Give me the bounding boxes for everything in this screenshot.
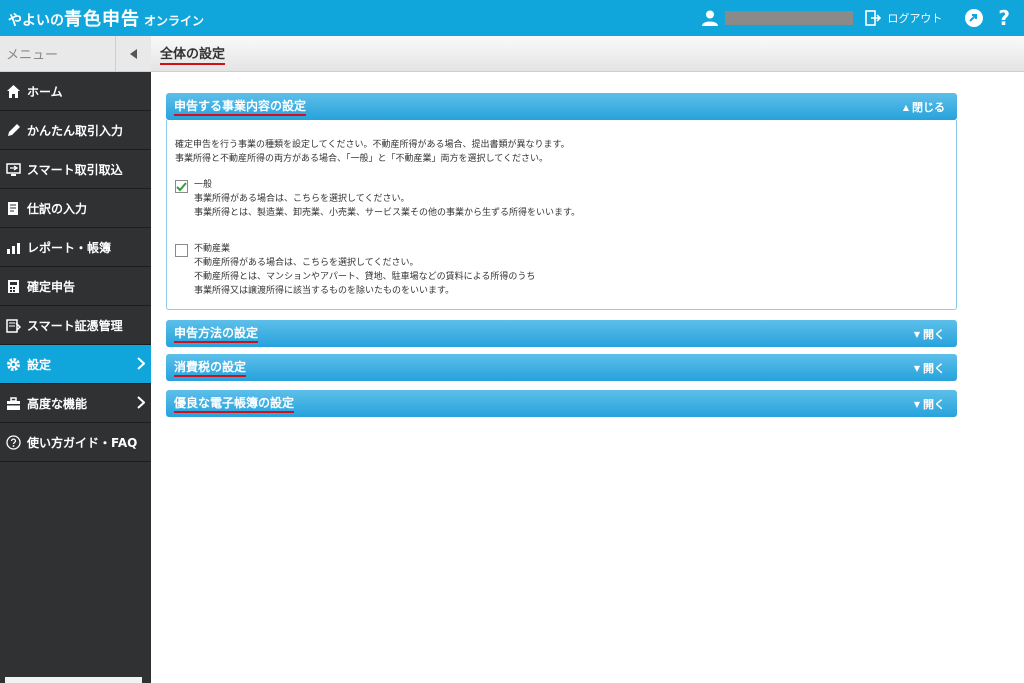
sidebar-item-easy-entry[interactable]: かんたん取引入力 — [0, 111, 151, 150]
sidebar-item-label: スマート取引取込 — [27, 162, 123, 177]
panel-toggle-label: 開く — [923, 398, 945, 411]
chart-icon — [5, 239, 21, 255]
panel-title: 申告方法の設定 — [174, 325, 259, 343]
panel-toggle-label: 開く — [923, 328, 945, 341]
sidebar-item-label: 使い方ガイド・FAQ — [27, 435, 138, 450]
sidebar-item-smart-voucher[interactable]: スマート証憑管理 — [0, 306, 151, 345]
sidebar-item-advanced[interactable]: 高度な機能 — [0, 384, 151, 423]
pencil-icon — [5, 122, 21, 138]
option-description: 不動産所得がある場合は、こちらを選択してください。 — [194, 258, 419, 268]
top-header: やよいの 青色申告 オンライン ログアウト ? — [0, 0, 1024, 36]
sidebar-item-label: スマート証憑管理 — [27, 318, 123, 333]
sidebar-item-label: かんたん取引入力 — [27, 123, 124, 138]
general-checkbox[interactable] — [175, 180, 188, 193]
option-label: 不動産業 — [194, 244, 231, 254]
import-icon — [5, 161, 21, 177]
sidebar-item-home[interactable]: ホーム — [0, 72, 151, 111]
panel-toggle-open[interactable]: ▼ 開く — [914, 326, 945, 342]
user-name-redacted — [725, 11, 854, 25]
triangle-up-icon: ▲ — [902, 102, 909, 112]
logout-button[interactable]: ログアウト — [865, 10, 942, 26]
calculator-icon — [5, 278, 21, 294]
logout-label: ログアウト — [887, 12, 943, 25]
panel-description: 確定申告を行う事業の種類を設定してください。不動産所得がある場合、提出書類が異な… — [175, 140, 570, 150]
option-description: 事業所得又は譲渡所得に該当するものを除いたものをいいます。 — [194, 286, 455, 296]
home-icon — [5, 83, 21, 99]
panel-business-content: 申告する事業内容の設定 ▲ 閉じる 確定申告を行う事業の種類を設定してください。… — [166, 93, 957, 310]
chevron-right-icon — [137, 396, 145, 409]
panel-electronic-books: 優良な電子帳簿の設定 ▼ 開く — [166, 390, 957, 417]
question-circle-icon — [5, 434, 21, 450]
sidebar-item-guide-faq[interactable]: 使い方ガイド・FAQ — [0, 423, 151, 462]
panel-body-business-content: 確定申告を行う事業の種類を設定してください。不動産所得がある場合、提出書類が異な… — [166, 120, 957, 310]
header-actions: ログアウト ? — [701, 0, 1024, 36]
menu-label: メニュー — [6, 48, 59, 63]
option-description: 事業所得とは、製造業、卸売業、小売業、サービス業その他の事業から生ずる所得をいい… — [194, 208, 581, 218]
logo-suffix: オンライン — [144, 14, 205, 28]
sidebar-item-label: ホーム — [27, 84, 63, 99]
sidebar-item-tax-return[interactable]: 確定申告 — [0, 267, 151, 306]
page-header: 全体の設定 — [151, 36, 1024, 72]
main-content: 全体の設定 申告する事業内容の設定 ▲ 閉じる 確定申告を行う事業の種類を設定し… — [151, 36, 1024, 683]
option-label: 一般 — [194, 180, 213, 190]
real-estate-checkbox[interactable] — [175, 244, 188, 257]
panel-header-consumption-tax[interactable]: 消費税の設定 ▼ 開く — [166, 354, 957, 381]
sidebar-item-label: 設定 — [27, 357, 52, 372]
triangle-down-icon: ▼ — [913, 363, 920, 373]
sidebar-item-label: 高度な機能 — [27, 396, 88, 411]
menu-collapse-button[interactable] — [115, 36, 151, 72]
menu-header: メニュー — [0, 36, 151, 72]
option-description: 不動産所得とは、マンションやアパート、貸地、駐車場などの賃料による所得のうち — [194, 272, 536, 282]
panel-header-filing-method[interactable]: 申告方法の設定 ▼ 開く — [166, 320, 957, 347]
app-logo[interactable]: やよいの 青色申告 オンライン — [0, 5, 204, 31]
logo-main: 青色申告 — [64, 9, 140, 30]
page-title: 全体の設定 — [160, 43, 226, 65]
panel-toggle-label: 開く — [923, 362, 945, 375]
panel-toggle-label: 閉じる — [912, 101, 945, 114]
sidebar-item-label: レポート・帳簿 — [27, 240, 112, 255]
user-icon — [702, 10, 719, 26]
option-description: 事業所得がある場合は、こちらを選択してください。 — [194, 194, 410, 204]
logo-prefix: やよいの — [8, 13, 64, 29]
panel-header-electronic-books[interactable]: 優良な電子帳簿の設定 ▼ 開く — [166, 390, 957, 417]
journal-icon — [5, 200, 21, 216]
gear-icon — [5, 356, 21, 372]
panel-title: 申告する事業内容の設定 — [174, 98, 307, 116]
panel-toggle-open[interactable]: ▼ 開く — [914, 360, 945, 376]
panel-toggle-open[interactable]: ▼ 開く — [914, 396, 945, 412]
panel-description: 事業所得と不動産所得の両方がある場合、「一般」と「不動産業」両方を選択してくださ… — [175, 154, 548, 164]
triangle-down-icon: ▼ — [913, 329, 920, 339]
panel-toggle-close[interactable]: ▲ 閉じる — [903, 99, 945, 115]
option-real-estate: 不動産業 不動産所得がある場合は、こちらを選択してください。 不動産所得とは、マ… — [175, 242, 948, 298]
panel-consumption-tax: 消費税の設定 ▼ 開く — [166, 354, 957, 381]
toolbox-icon — [5, 395, 21, 411]
sidebar-item-label: 仕訳の入力 — [27, 201, 88, 216]
support-icon[interactable] — [964, 8, 984, 28]
panel-title: 消費税の設定 — [174, 359, 247, 377]
sidebar-bottom-bar — [5, 677, 142, 683]
panel-title: 優良な電子帳簿の設定 — [174, 395, 295, 413]
logout-icon — [865, 10, 882, 26]
help-button[interactable]: ? — [998, 8, 1010, 28]
sidebar-item-reports[interactable]: レポート・帳簿 — [0, 228, 151, 267]
option-general: 一般 事業所得がある場合は、こちらを選択してください。 事業所得とは、製造業、卸… — [175, 178, 948, 220]
sidebar-item-journal[interactable]: 仕訳の入力 — [0, 189, 151, 228]
sidebar-item-smart-import[interactable]: スマート取引取込 — [0, 150, 151, 189]
sidebar: メニュー ホーム かんたん取引入力 スマート取引取込 仕訳の入力 レポート・帳簿… — [0, 36, 151, 683]
panel-header-business-content[interactable]: 申告する事業内容の設定 ▲ 閉じる — [166, 93, 957, 120]
option-real-estate-text: 不動産業 不動産所得がある場合は、こちらを選択してください。 不動産所得とは、マ… — [194, 242, 535, 298]
sidebar-item-settings[interactable]: 設定 — [0, 345, 151, 384]
chevron-right-icon — [137, 357, 145, 370]
sidebar-item-label: 確定申告 — [27, 279, 76, 294]
triangle-down-icon: ▼ — [913, 399, 920, 409]
panel-filing-method: 申告方法の設定 ▼ 開く — [166, 320, 957, 347]
triangle-left-icon — [129, 49, 137, 59]
document-icon — [5, 317, 21, 333]
option-general-text: 一般 事業所得がある場合は、こちらを選択してください。 事業所得とは、製造業、卸… — [194, 178, 580, 220]
checkmark-icon — [176, 181, 187, 191]
